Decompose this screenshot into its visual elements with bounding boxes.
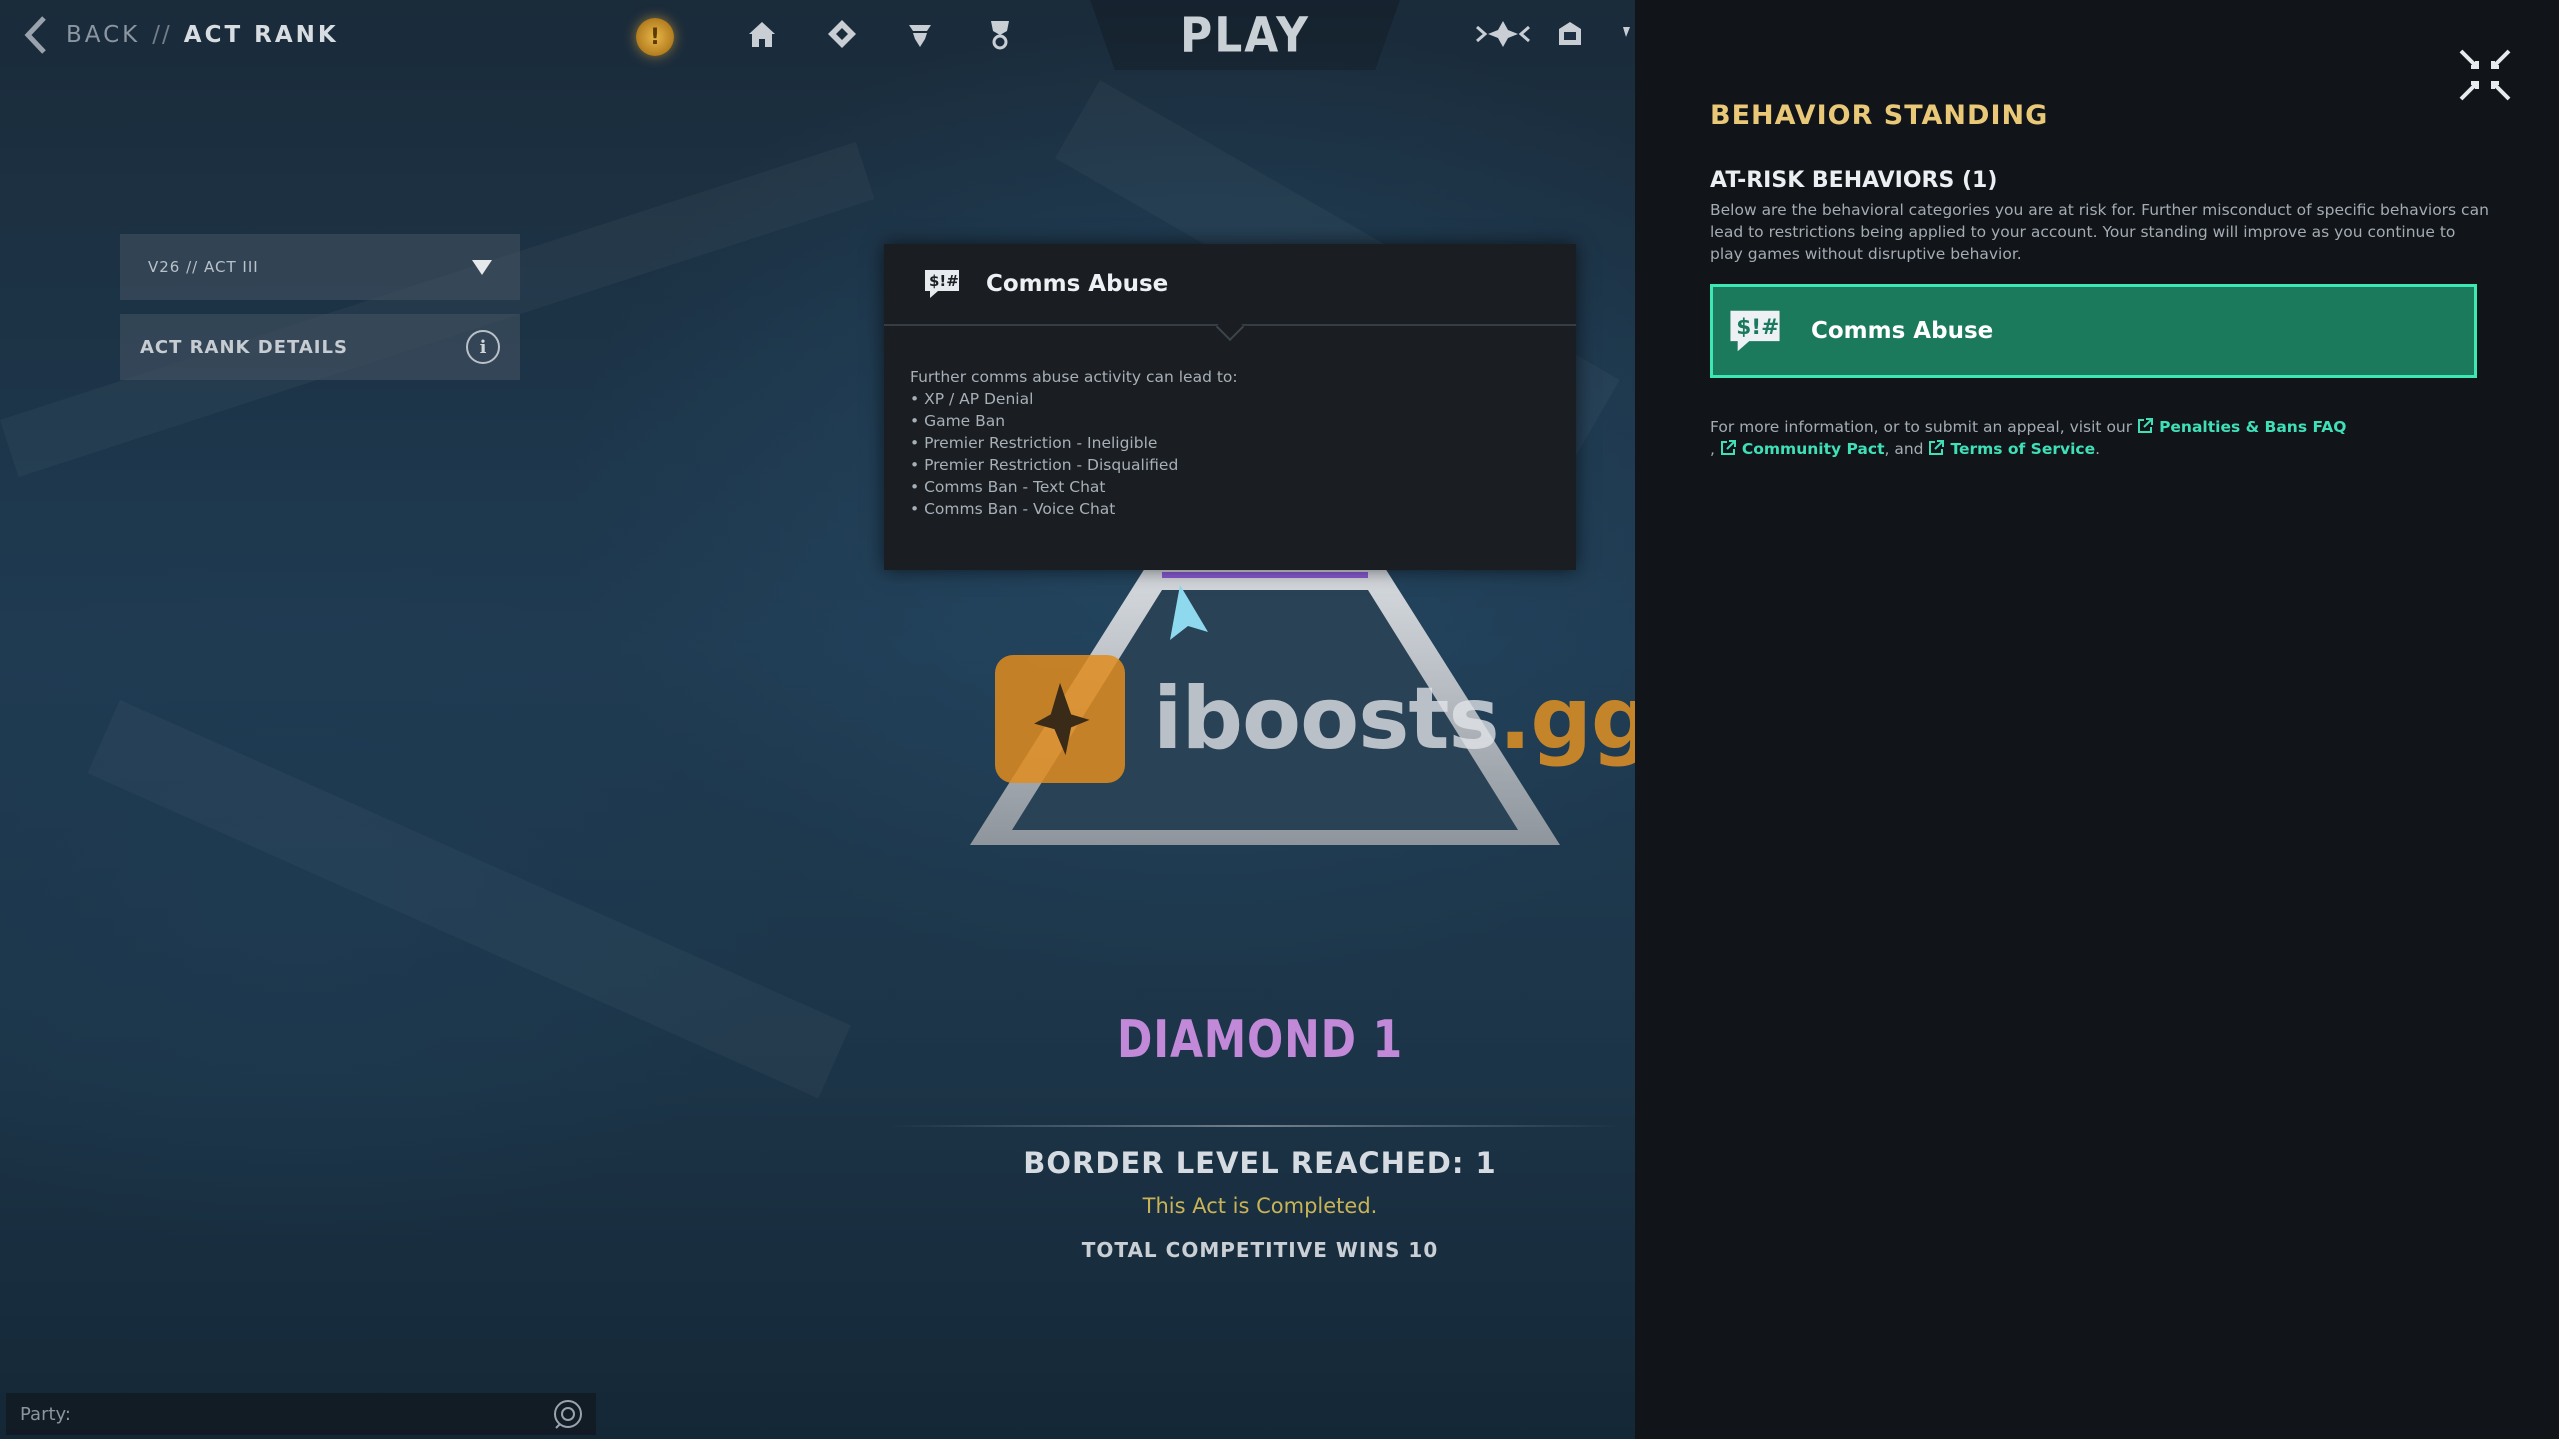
breadcrumb-separator: // — [152, 22, 172, 48]
watermark-emblem — [995, 655, 1125, 783]
background-streak — [87, 700, 850, 1098]
party-chat-icon[interactable] — [552, 1398, 584, 1430]
act-dropdown-value: V26 // ACT III — [148, 258, 259, 276]
svg-text:$!#: $!# — [929, 272, 959, 290]
watermark-logo: iboosts.gg — [995, 655, 1635, 783]
at-risk-heading: AT-RISK BEHAVIORS (1) — [1710, 168, 1998, 193]
career-icon[interactable] — [980, 14, 1020, 54]
store-icon[interactable] — [1475, 14, 1531, 54]
panel-title: BEHAVIOR STANDING — [1710, 100, 2049, 131]
rank-divider — [890, 1125, 1620, 1127]
breadcrumb-current: ACT RANK — [183, 22, 339, 48]
external-link-icon — [2138, 418, 2154, 433]
rank-name: DIAMOND 1 — [1117, 1010, 1403, 1070]
background-streak — [0, 142, 874, 477]
comma-text: , — [1710, 440, 1715, 458]
more-info-prefix: For more information, or to submit an ap… — [1710, 418, 2133, 436]
back-button[interactable]: BACK // ACT RANK — [22, 14, 339, 56]
play-tab[interactable]: PLAY — [1090, 0, 1400, 70]
top-navigation: BACK // ACT RANK ! PLAY — [0, 0, 1635, 70]
act-rank-details-button[interactable]: ACT RANK DETAILS i — [120, 314, 520, 380]
act-dropdown[interactable]: V26 // ACT III — [120, 234, 520, 300]
tooltip-list-item: • Game Ban — [910, 412, 1006, 430]
home-icon[interactable] — [742, 14, 782, 54]
act-status-text: This Act is Completed. — [1142, 1194, 1378, 1218]
game-background: BACK // ACT RANK ! PLAY V26 // ACT III A… — [0, 0, 1635, 1439]
tooltip-list-item: • Comms Ban - Voice Chat — [910, 500, 1116, 518]
at-risk-description: Below are the behavioral categories you … — [1710, 201, 2489, 263]
comms-abuse-card[interactable]: $!# Comms Abuse — [1710, 284, 2477, 378]
caret-down-icon — [472, 259, 492, 275]
tooltip-list-item: • Premier Restriction - Disqualified — [910, 456, 1179, 474]
back-label: BACK — [66, 22, 141, 48]
and-text: , and — [1884, 440, 1924, 458]
period-text: . — [2095, 440, 2101, 458]
chevron-left-icon — [24, 16, 46, 54]
total-wins-text: TOTAL COMPETITIVE WINS 10 — [1081, 1238, 1439, 1262]
behavior-tooltip: $!# Comms Abuse Further comms abuse acti… — [884, 244, 1576, 570]
tooltip-header: $!# Comms Abuse — [884, 244, 1576, 342]
party-label: Party: — [20, 1403, 71, 1425]
svg-text:$!#: $!# — [1736, 315, 1779, 340]
play-label: PLAY — [1180, 6, 1310, 64]
tooltip-list-item: • Premier Restriction - Ineligible — [910, 434, 1158, 452]
info-icon[interactable]: i — [466, 330, 500, 364]
more-info-text: For more information, or to submit an ap… — [1710, 416, 2490, 460]
penalties-faq-link[interactable]: Penalties & Bans FAQ — [2137, 418, 2346, 436]
external-link-icon — [1720, 440, 1736, 455]
watermark-text: iboosts.gg — [1153, 669, 1635, 769]
agents-icon[interactable] — [900, 14, 940, 54]
tooltip-list-item: • XP / AP Denial — [910, 390, 1034, 408]
external-link-icon — [1929, 440, 1945, 455]
tooltip-body: Further comms abuse activity can lead to… — [884, 326, 1576, 520]
act-rank-details-label: ACT RANK DETAILS — [140, 336, 348, 358]
party-bar[interactable]: Party: — [6, 1393, 596, 1435]
tooltip-title: Comms Abuse — [986, 271, 1169, 297]
tooltip-intro: Further comms abuse activity can lead to… — [910, 368, 1238, 386]
close-icon[interactable] — [2455, 45, 2515, 105]
comms-abuse-icon: $!# — [1730, 310, 1780, 352]
border-level-text: BORDER LEVEL REACHED: 1 — [1023, 1146, 1497, 1180]
tooltip-list-item: • Comms Ban - Text Chat — [910, 478, 1106, 496]
community-pact-link[interactable]: Community Pact — [1720, 440, 1885, 458]
comms-abuse-icon: $!# — [925, 270, 959, 298]
terms-of-service-link[interactable]: Terms of Service — [1928, 440, 2095, 458]
collection-icon[interactable] — [1550, 14, 1590, 54]
battlepass-icon[interactable] — [822, 14, 862, 54]
comms-abuse-card-label: Comms Abuse — [1811, 318, 1994, 344]
more-nav-icon[interactable] — [1620, 14, 1635, 54]
alert-icon[interactable]: ! — [636, 18, 674, 56]
